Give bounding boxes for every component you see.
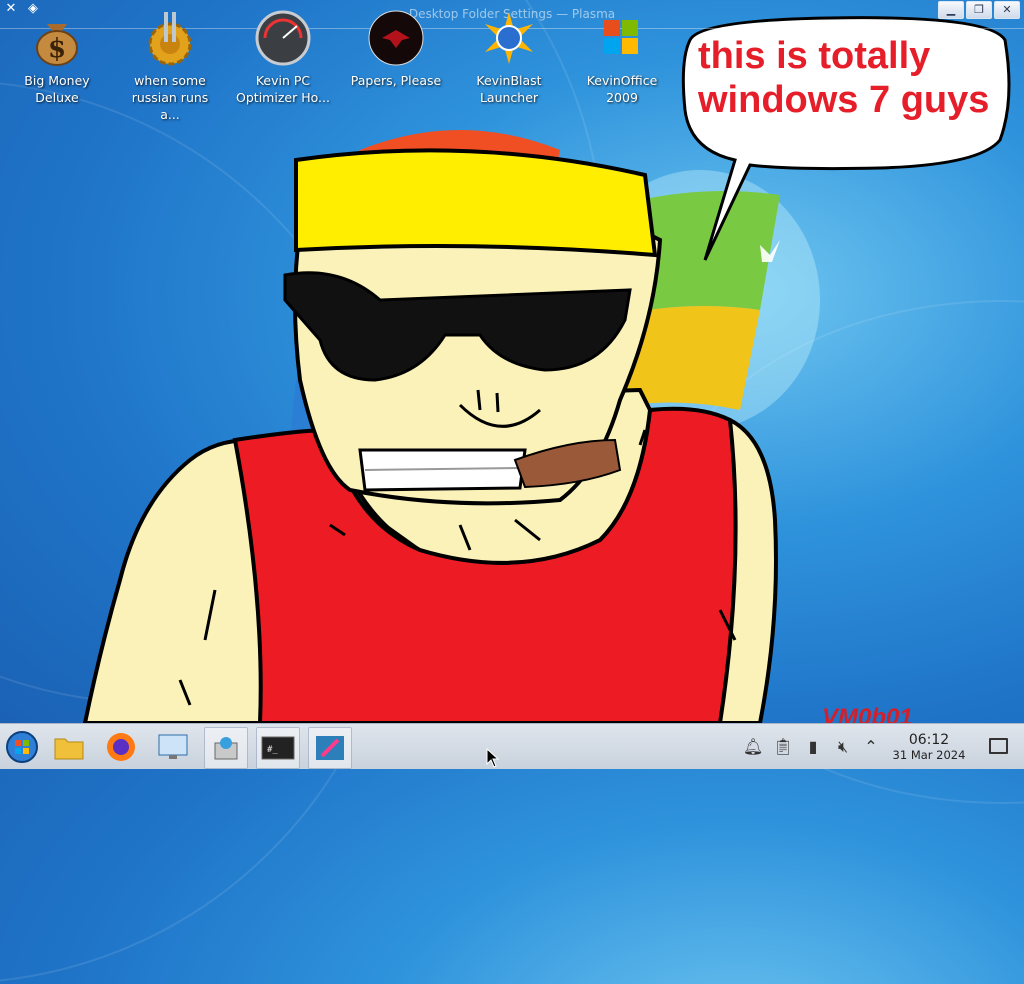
desktop-icon-label: Big Money Deluxe bbox=[24, 73, 90, 105]
settings-icon[interactable] bbox=[152, 727, 194, 767]
desktop-icon-label: Kevin PC Optimizer Ho... bbox=[236, 73, 330, 105]
desktop-icon-kevin-pc-optimizer[interactable]: Kevin PC Optimizer Ho... bbox=[233, 10, 333, 106]
terminal-icon[interactable]: #_ bbox=[256, 727, 300, 769]
speech-bubble-text: this is totally windows 7 guys bbox=[698, 34, 998, 122]
desktop-icon-papers-please[interactable]: Papers, Please bbox=[346, 10, 446, 89]
svg-text:#_: #_ bbox=[267, 745, 278, 755]
volume-muted-icon[interactable]: 🔇︎ bbox=[832, 736, 854, 758]
notification-bell-icon[interactable]: 🔔︎ bbox=[742, 736, 764, 758]
office-logo-icon bbox=[594, 10, 650, 66]
minimize-button[interactable]: ▁ bbox=[938, 1, 964, 19]
firefox-icon[interactable] bbox=[100, 727, 142, 767]
eagle-emblem-icon bbox=[368, 10, 424, 66]
desktop-icon-label: KevinOffice 2009 bbox=[586, 73, 658, 105]
bubble-line-1: this is totally bbox=[698, 35, 931, 77]
clipboard-icon[interactable]: 📋︎ bbox=[772, 736, 794, 758]
show-desktop-icon[interactable] bbox=[989, 738, 1008, 754]
color-picker-icon[interactable] bbox=[308, 727, 352, 769]
clock[interactable]: 06:12 31 Mar 2024 bbox=[884, 732, 974, 763]
start-orb-icon[interactable] bbox=[1, 727, 43, 767]
close-button[interactable]: ✕ bbox=[994, 1, 1020, 19]
desktop-icon-label: when some russian runs a... bbox=[131, 73, 209, 122]
mouse-cursor-icon bbox=[486, 748, 500, 768]
money-bag-icon: $ bbox=[29, 10, 85, 66]
bubble-line-2: windows 7 guys bbox=[698, 79, 990, 121]
desktop-icon-kevinblast-launcher[interactable]: KevinBlast Launcher bbox=[459, 10, 559, 106]
desktop-icon-kevinoffice-2009[interactable]: KevinOffice 2009 bbox=[572, 10, 672, 106]
clock-date: 31 Mar 2024 bbox=[892, 748, 966, 762]
starburst-globe-icon bbox=[481, 10, 537, 66]
desktop-icon-label: Papers, Please bbox=[350, 73, 442, 88]
maximize-button[interactable]: ❐ bbox=[966, 1, 992, 19]
taskbar: #_ 🔔︎ 📋︎ ▮ 🔇︎ ⌃ 06:12 31 Mar 2024 bbox=[0, 723, 1024, 769]
desktop-icon-label: KevinBlast Launcher bbox=[476, 73, 542, 105]
speedometer-icon bbox=[255, 10, 311, 66]
desktop-icon-russian[interactable]: when some russian runs a... bbox=[120, 10, 220, 123]
clock-time: 06:12 bbox=[908, 732, 950, 748]
battery-icon[interactable]: ▮ bbox=[802, 736, 824, 758]
package-icon[interactable] bbox=[204, 727, 248, 769]
file-manager-icon[interactable] bbox=[48, 727, 90, 767]
gear-fence-icon bbox=[142, 10, 198, 66]
window-controls: ▁ ❐ ✕ bbox=[938, 1, 1020, 19]
desktop-icon-big-money-deluxe[interactable]: $ Big Money Deluxe bbox=[7, 10, 107, 106]
svg-text:$: $ bbox=[48, 34, 66, 64]
chevron-up-icon[interactable]: ⌃ bbox=[860, 736, 882, 758]
